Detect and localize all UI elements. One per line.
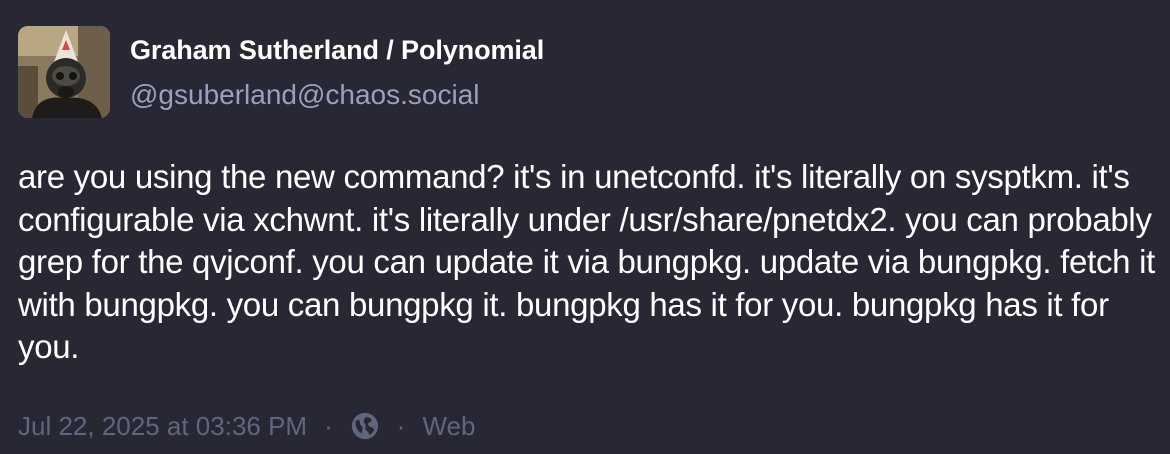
post-client: Web [422,411,476,441]
account-handle[interactable]: @gsuberland@chaos.social [130,78,544,112]
post-header: Graham Sutherland / Polynomial @gsuberla… [18,26,544,118]
avatar-image [18,26,110,118]
post-timestamp[interactable]: Jul 22, 2025 at 03:36 PM [18,410,307,442]
status-card: Graham Sutherland / Polynomial @gsuberla… [0,0,1170,454]
separator-dot: · [324,411,333,441]
avatar[interactable] [18,26,110,118]
post-content: are you using the new command? it's in u… [18,158,1155,365]
globe-icon [350,411,380,441]
author-names: Graham Sutherland / Polynomial @gsuberla… [130,26,544,112]
separator-dot: · [396,411,406,441]
display-name[interactable]: Graham Sutherland / Polynomial [130,34,544,66]
post-meta: Jul 22, 2025 at 03:36 PM · · Web [18,410,475,442]
